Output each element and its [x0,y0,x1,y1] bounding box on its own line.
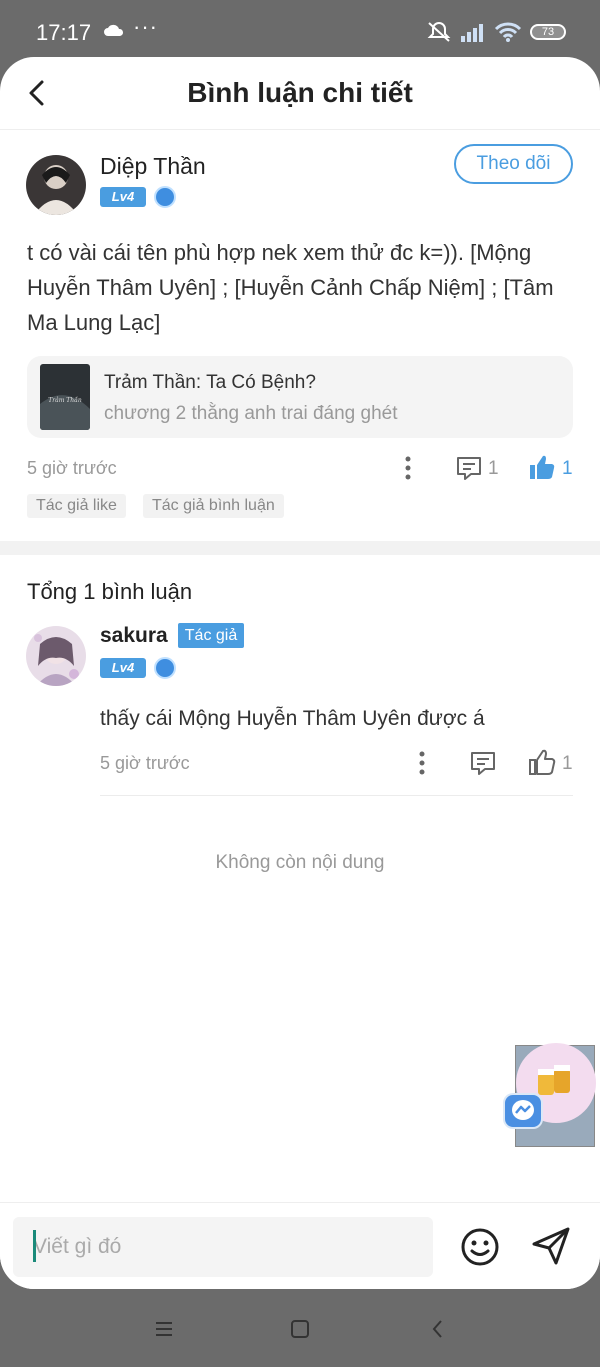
end-of-content-label: Không còn nội dung [215,852,385,873]
section-divider [0,541,600,555]
comment-input-bar [0,1202,600,1289]
send-icon[interactable] [530,1225,572,1267]
status-time: 17:17 [36,20,92,45]
book-title: Trảm Thần: Ta Có Bệnh? [104,372,316,393]
home-icon[interactable] [288,1317,312,1341]
text-caret [33,1230,36,1262]
comment-divider [100,795,573,796]
menu-icon[interactable] [152,1317,176,1341]
comment-input[interactable] [13,1217,433,1277]
post-author-name[interactable]: Diệp Thần [100,153,206,180]
total-comments-label: Tổng 1 bình luận [27,579,193,604]
status-more-dots: ··· [133,14,158,39]
book-chapter: chương 2 thằng anh trai đáng ghét [104,403,398,424]
cloud-icon [104,24,124,36]
comment-icon[interactable] [455,455,483,481]
status-icons: 73 [426,20,566,44]
comment-text: thấy cái Mộng Huyễn Thâm Uyên được á [100,707,485,730]
wifi-icon [494,22,522,42]
thumbs-up-icon[interactable] [528,453,556,481]
post-like-count: 1 [562,458,573,479]
post-time: 5 giờ trước [27,458,117,478]
emoji-icon[interactable] [460,1227,500,1267]
comment-icon[interactable] [469,750,497,776]
comment-detail-sheet: Bình luận chi tiết Diệp Thần Lv4 Theo dõ… [0,57,600,1289]
post-text: t có vài cái tên phù hợp nek xem thử đc … [27,240,554,335]
vip-gem-icon [154,186,176,208]
battery-indicator: 73 [530,24,566,40]
level-badge: Lv4 [100,187,146,207]
more-dots-icon[interactable] [416,751,428,775]
author-liked-tag: Tác giả like [27,494,126,518]
book-card[interactable]: Trảm Thần Trảm Thần: Ta Có Bệnh? chương … [27,356,573,438]
book-cover-title: Trảm Thần [48,396,82,404]
comment-author-name[interactable]: sakura [100,624,168,648]
vip-gem-icon [154,657,176,679]
book-cover: Trảm Thần [40,364,90,430]
comment-like-count: 1 [562,753,573,774]
signal-icon [461,24,483,42]
header: Bình luận chi tiết [0,57,600,130]
back-nav-icon[interactable] [426,1317,450,1341]
follow-button[interactable]: Theo dõi [454,144,573,184]
floating-chat-bubble[interactable] [500,1043,598,1149]
messenger-icon[interactable] [503,1093,543,1129]
post-comment-count: 1 [488,458,499,479]
avatar[interactable] [26,155,86,215]
avatar[interactable] [26,626,86,686]
author-tag-badge: Tác giả [178,623,244,648]
page-title: Bình luận chi tiết [187,77,413,108]
level-badge: Lv4 [100,658,146,678]
author-commented-tag: Tác giả bình luận [143,494,284,518]
more-dots-icon[interactable] [402,456,414,480]
mute-icon [427,21,451,42]
system-nav-bar [0,1289,600,1367]
thumbs-up-icon[interactable] [528,748,556,776]
status-bar: 17:17 ··· 73 [0,0,600,62]
comment-time: 5 giờ trước [100,753,190,773]
